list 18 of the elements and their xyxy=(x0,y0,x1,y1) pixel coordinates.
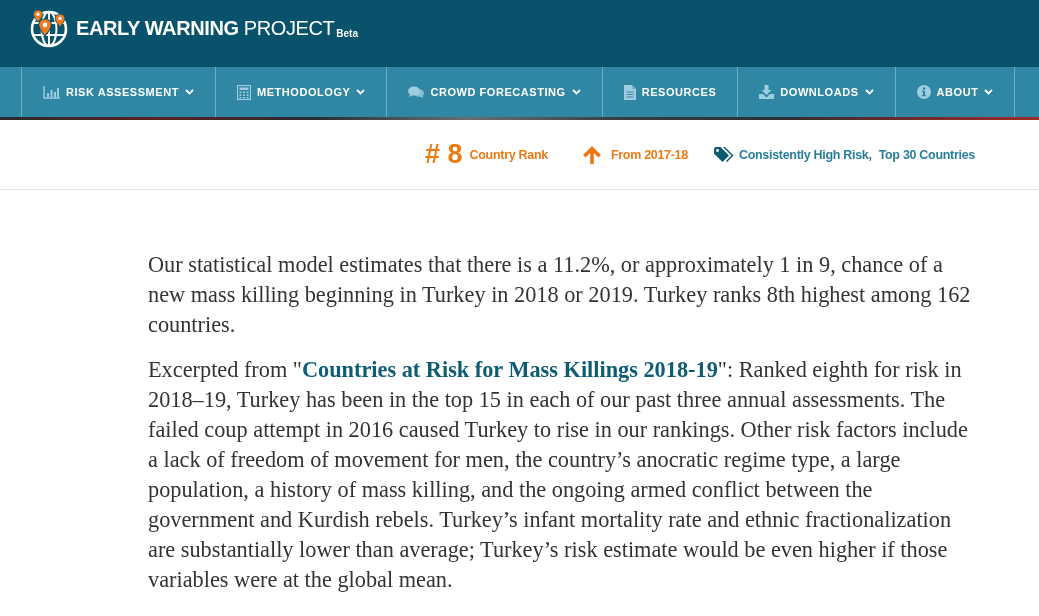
body-paragraph: Excerpted from "Countries at Risk for Mass Killings 2018-19": Ranked eighth for risk in 2018–19, Turkey has been in the top 15 in each of our past three annual assessments. The failed coup attempt in 2016 caused Turkey to rise in our rankings. Other risk factors include a lack of freedom of movement for men, the country’s anocratic regime type, a large population, a history of mass killing, and the ongoing armed conflict between the government and Kurdish rebels. Turkey’s infant mortality rate and ethnic fractionalization are substantially lower than average; Turkey’s risk estimate would be even higher if those variables were at the global mean. xyxy=(148,356,969,594)
document-icon xyxy=(623,84,636,100)
chat-bubbles-icon xyxy=(408,86,425,98)
body-paragraph: Our statistical model estimates that there is a 11.2%, or approximately 1 in 9, chance of a new mass killing beginning in Turkey in 2018 or 2019. Turkey ranks 8th highest among 162 countries. xyxy=(148,251,972,339)
rank-change-label: From 2017-18 xyxy=(610,147,688,162)
globe-logo-icon[interactable] xyxy=(29,8,69,48)
download-icon xyxy=(759,85,775,99)
info-icon xyxy=(916,85,931,99)
report-link[interactable]: Countries at Risk for Mass Killings 2018-19 xyxy=(301,357,718,382)
calculator-icon xyxy=(237,84,251,100)
tag-link[interactable]: Top 30 Countries xyxy=(878,147,975,162)
tags-icon xyxy=(713,146,734,163)
tag-link[interactable]: Consistently High Risk, xyxy=(738,147,872,162)
rank-label: Country Rank xyxy=(469,147,548,162)
rank-number: # 8 xyxy=(425,139,463,170)
beta-label: Beta xyxy=(336,27,358,39)
site-title[interactable]: EARLY WARNING PROJECT xyxy=(76,16,335,40)
bar-chart-icon xyxy=(43,85,60,99)
